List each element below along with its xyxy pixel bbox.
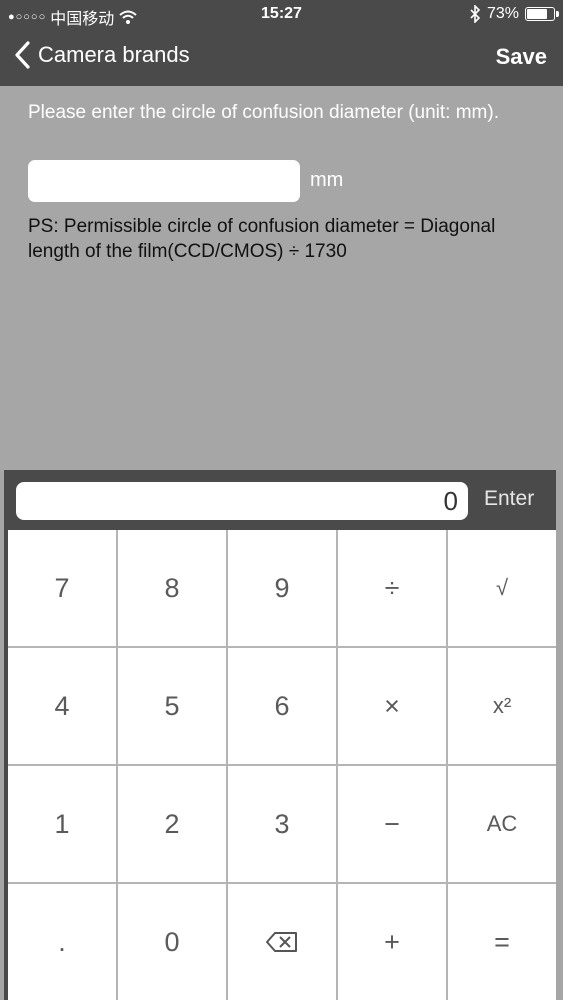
key-7[interactable]: 7 [8, 530, 116, 646]
key-6[interactable]: 6 [228, 648, 336, 764]
back-button-label: Camera brands [38, 42, 190, 67]
keypad-grid: 7 8 9 ÷ √ 4 5 6 × x² 1 2 3 − AC . 0 + = [8, 530, 556, 1000]
bluetooth-icon [470, 5, 481, 23]
battery-cap [556, 11, 559, 17]
key-multiply[interactable]: × [338, 648, 446, 764]
key-all-clear[interactable]: AC [448, 766, 556, 882]
key-1[interactable]: 1 [8, 766, 116, 882]
key-square-root[interactable]: √ [448, 530, 556, 646]
navigation-bar: Camera brands Save [0, 30, 563, 86]
key-decimal[interactable]: . [8, 884, 116, 1000]
key-2[interactable]: 2 [118, 766, 226, 882]
status-bar: ●○○○○ 中国移动 15:27 73% [0, 0, 563, 30]
key-5[interactable]: 5 [118, 648, 226, 764]
key-square[interactable]: x² [448, 648, 556, 764]
save-button[interactable]: Save [496, 44, 547, 70]
unit-label: mm [310, 169, 344, 191]
key-8[interactable]: 8 [118, 530, 226, 646]
key-plus[interactable]: + [338, 884, 446, 1000]
key-0[interactable]: 0 [118, 884, 226, 1000]
key-9[interactable]: 9 [228, 530, 336, 646]
key-equals[interactable]: = [448, 884, 556, 1000]
key-divide[interactable]: ÷ [338, 530, 446, 646]
status-right: 73% [469, 5, 559, 23]
key-3[interactable]: 3 [228, 766, 336, 882]
coc-prompt: Please enter the circle of confusion dia… [28, 102, 499, 123]
backspace-button[interactable] [228, 884, 336, 1000]
main-content: Please enter the circle of confusion dia… [0, 86, 563, 470]
key-minus[interactable]: − [338, 766, 446, 882]
coc-diameter-input[interactable] [28, 160, 300, 202]
backspace-icon [266, 932, 297, 952]
calculator-keypad: 0 Enter 7 8 9 ÷ √ 4 5 6 × x² 1 2 3 − AC … [4, 470, 556, 1000]
formula-note: PS: Permissible circle of confusion diam… [28, 216, 496, 262]
chevron-left-icon [15, 41, 30, 69]
battery-level [527, 9, 548, 19]
battery-percentage: 73% [486, 5, 519, 22]
key-4[interactable]: 4 [8, 648, 116, 764]
back-button[interactable]: Camera brands [12, 40, 190, 70]
calculator-display: 0 [16, 482, 468, 520]
enter-button[interactable]: Enter [484, 487, 534, 511]
battery-icon [525, 7, 559, 21]
